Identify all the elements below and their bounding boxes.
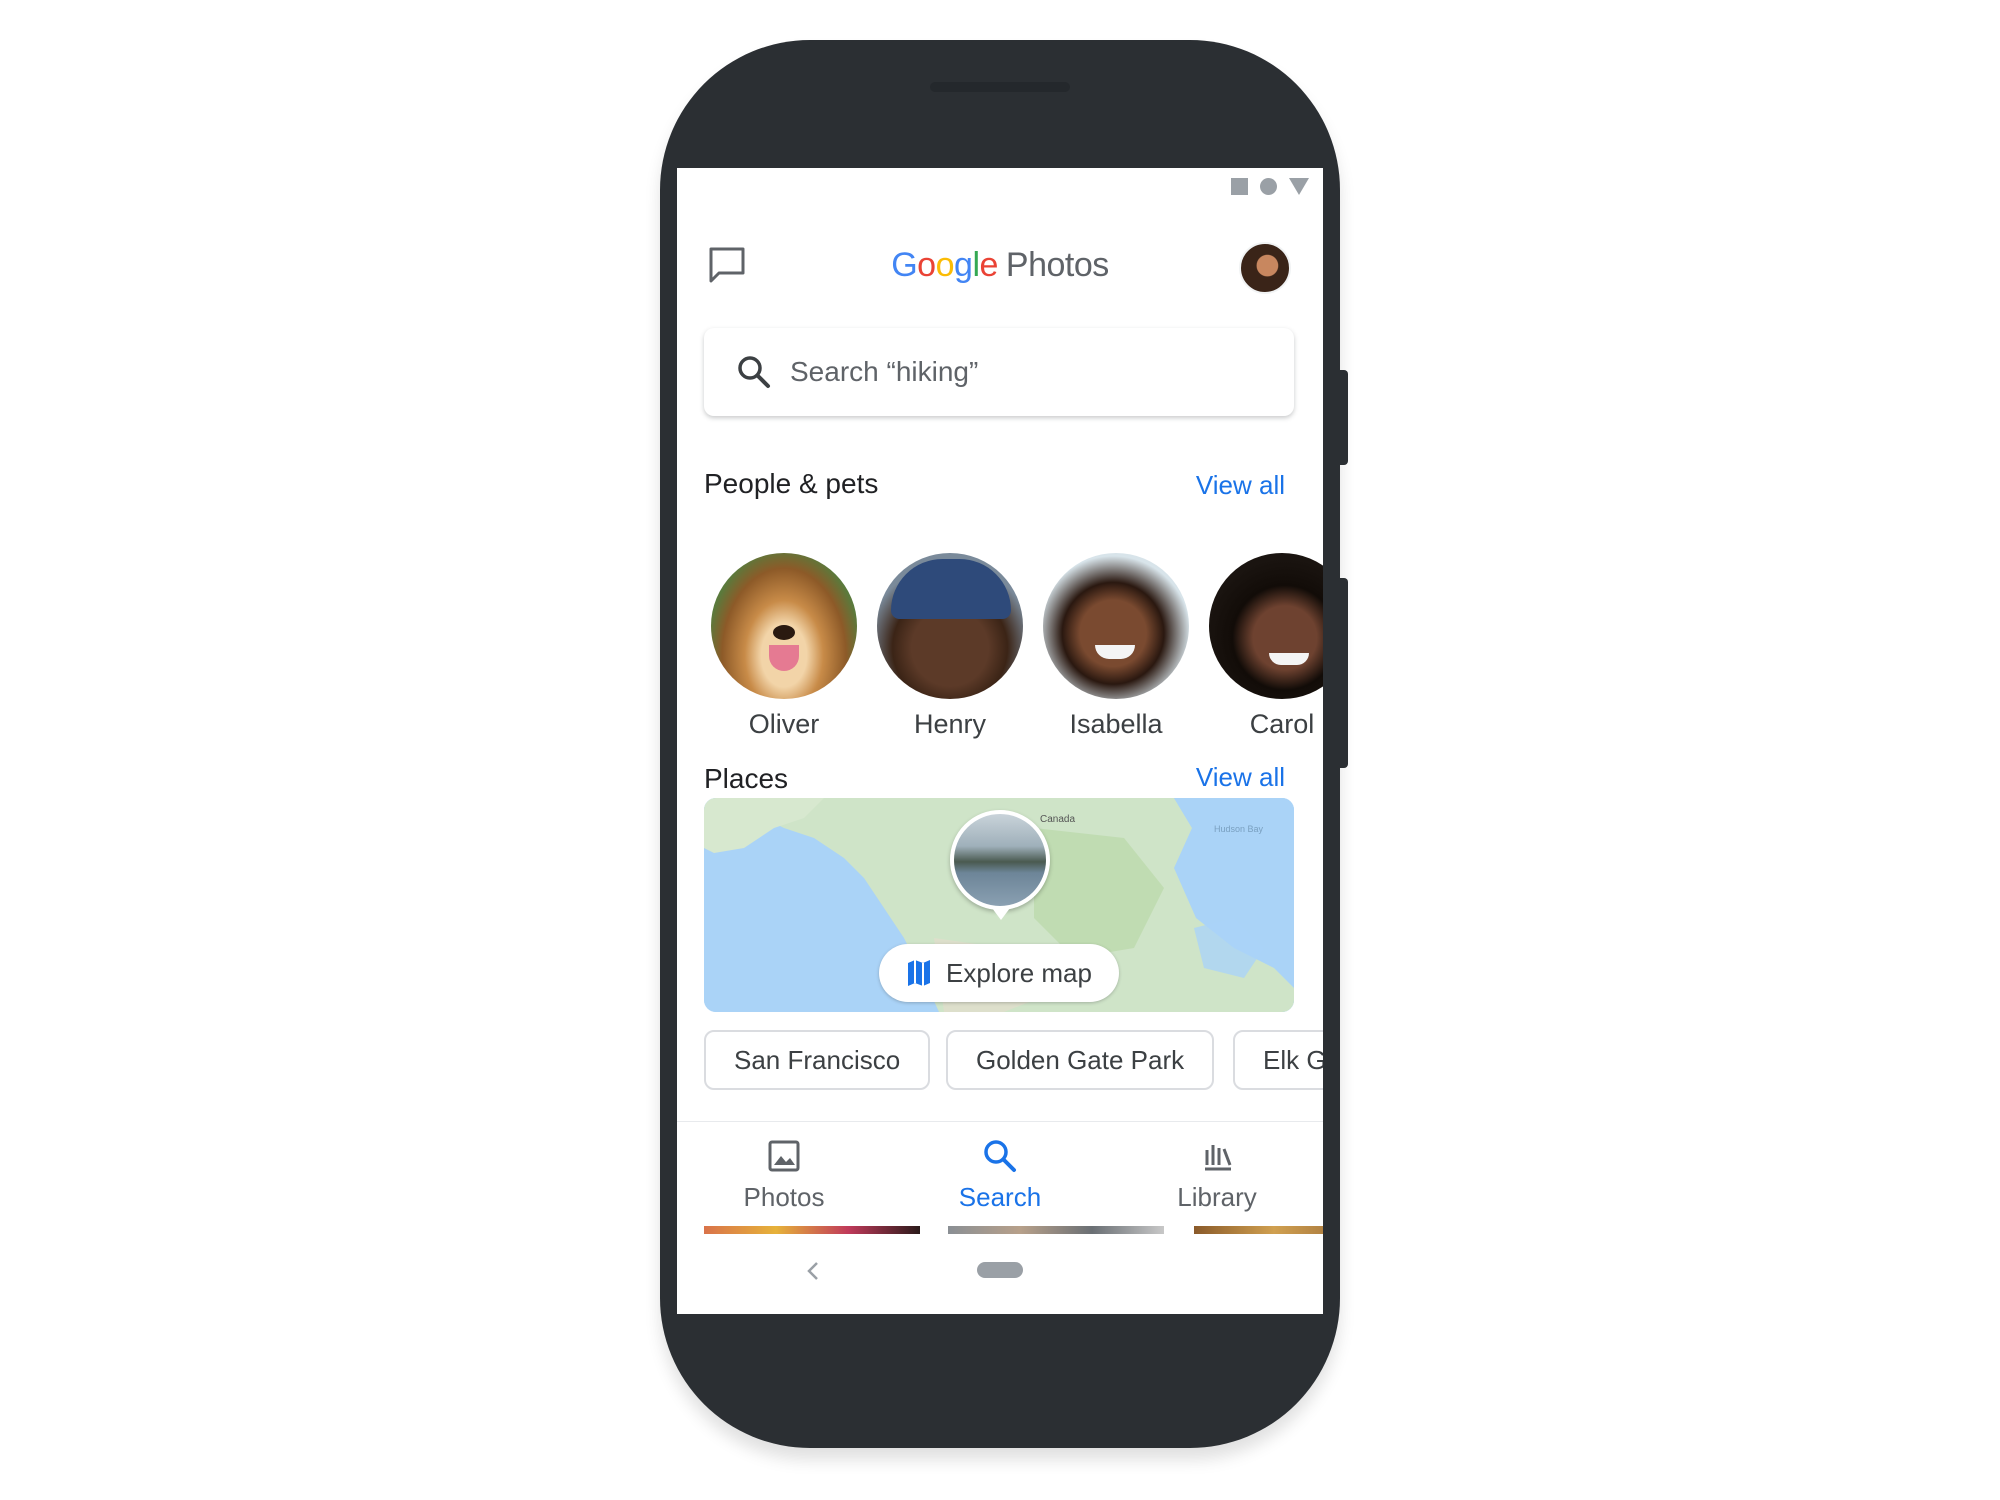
explore-map-button[interactable]: Explore map — [879, 944, 1119, 1002]
person-oliver[interactable]: Oliver — [711, 553, 857, 740]
logo-letter: g — [954, 246, 973, 284]
person-name: Henry — [913, 709, 987, 739]
nav-label: Search — [958, 1182, 1042, 1212]
people-view-all-link[interactable]: View all — [1196, 470, 1285, 501]
search-icon — [738, 356, 770, 388]
places-view-all-link[interactable]: View all — [1196, 762, 1285, 793]
dog-nose — [773, 625, 795, 640]
logo-letter: e — [979, 246, 999, 284]
bottom-navigation: Photos Search Library — [677, 1121, 1323, 1229]
map-icon — [908, 960, 931, 986]
people-row: Oliver Henry Isabella Carol — [711, 553, 1323, 739]
thumbnail-edge — [948, 1226, 1164, 1234]
places-map[interactable]: Canada Hudson Bay Explore map — [704, 798, 1294, 1012]
dog-tongue — [769, 645, 799, 671]
person-name: Oliver — [748, 709, 820, 739]
explore-map-label: Explore map — [946, 957, 1092, 988]
map-label: Canada — [1040, 814, 1076, 825]
map-photo-pin[interactable] — [950, 810, 1050, 910]
nav-label: Library — [1177, 1182, 1257, 1212]
app-header: Google Photos — [677, 228, 1323, 308]
person-smile — [1095, 645, 1135, 659]
photo-icon — [768, 1140, 800, 1172]
place-chip-golden-gate-park[interactable]: Golden Gate Park — [946, 1030, 1215, 1090]
map-label: Hudson Bay — [1214, 824, 1264, 834]
logo-letter: G — [891, 246, 918, 284]
account-avatar[interactable] — [1239, 242, 1291, 294]
thumbnail-edge — [704, 1226, 920, 1234]
person-photo — [1209, 553, 1323, 699]
logo-letter: o — [935, 246, 955, 284]
person-carol[interactable]: Carol — [1209, 553, 1323, 740]
place-chips-row: San Francisco Golden Gate Park Elk G — [704, 1030, 1323, 1090]
phone-frame: GooglePhotos People & pets View all Oliv… — [660, 40, 1348, 1448]
nav-tab-library[interactable]: Library — [1137, 1136, 1297, 1213]
volume-button — [1338, 578, 1348, 768]
google-photos-logo: Google Photos — [677, 246, 1323, 285]
nav-tab-search[interactable]: Search — [920, 1136, 1080, 1213]
library-icon — [1205, 1145, 1232, 1171]
power-button — [1338, 370, 1348, 465]
person-henry[interactable]: Henry — [877, 553, 1023, 740]
logo-letter: l — [972, 246, 980, 284]
circle-icon — [1260, 178, 1277, 195]
logo-letter: o — [917, 246, 936, 284]
place-chip-elk-g[interactable]: Elk G — [1233, 1030, 1323, 1090]
nav-tab-photos[interactable]: Photos — [704, 1136, 864, 1213]
person-smile — [1269, 653, 1309, 665]
earpiece-speaker — [930, 82, 1070, 92]
search-input[interactable] — [790, 356, 1250, 388]
phone-screen: GooglePhotos People & pets View all Oliv… — [677, 168, 1323, 1314]
logo-product-name: Photos — [1005, 246, 1109, 284]
status-bar — [1231, 178, 1309, 195]
system-navigation-bar — [677, 1234, 1323, 1314]
places-section-title: Places — [704, 763, 789, 794]
person-photo — [711, 553, 857, 699]
person-name: Isabella — [1069, 709, 1163, 739]
person-name: Carol — [1249, 709, 1315, 739]
thumbnail-edge — [1194, 1226, 1323, 1234]
people-section-title: People & pets — [704, 468, 879, 499]
triangle-icon — [1289, 178, 1309, 195]
photo-thumbnail-strip — [704, 1226, 1323, 1234]
home-pill[interactable] — [977, 1262, 1023, 1278]
person-photo — [877, 553, 1023, 699]
map-pin-tail — [992, 908, 1010, 920]
search-bar[interactable] — [704, 328, 1294, 416]
place-chip-san-francisco[interactable]: San Francisco — [704, 1030, 931, 1090]
back-chevron-icon[interactable] — [803, 1258, 823, 1284]
person-photo — [1043, 553, 1189, 699]
search-icon — [984, 1140, 1016, 1172]
person-cap — [891, 559, 1011, 619]
square-icon — [1231, 178, 1248, 195]
person-isabella[interactable]: Isabella — [1043, 553, 1189, 740]
nav-label: Photos — [743, 1182, 825, 1212]
